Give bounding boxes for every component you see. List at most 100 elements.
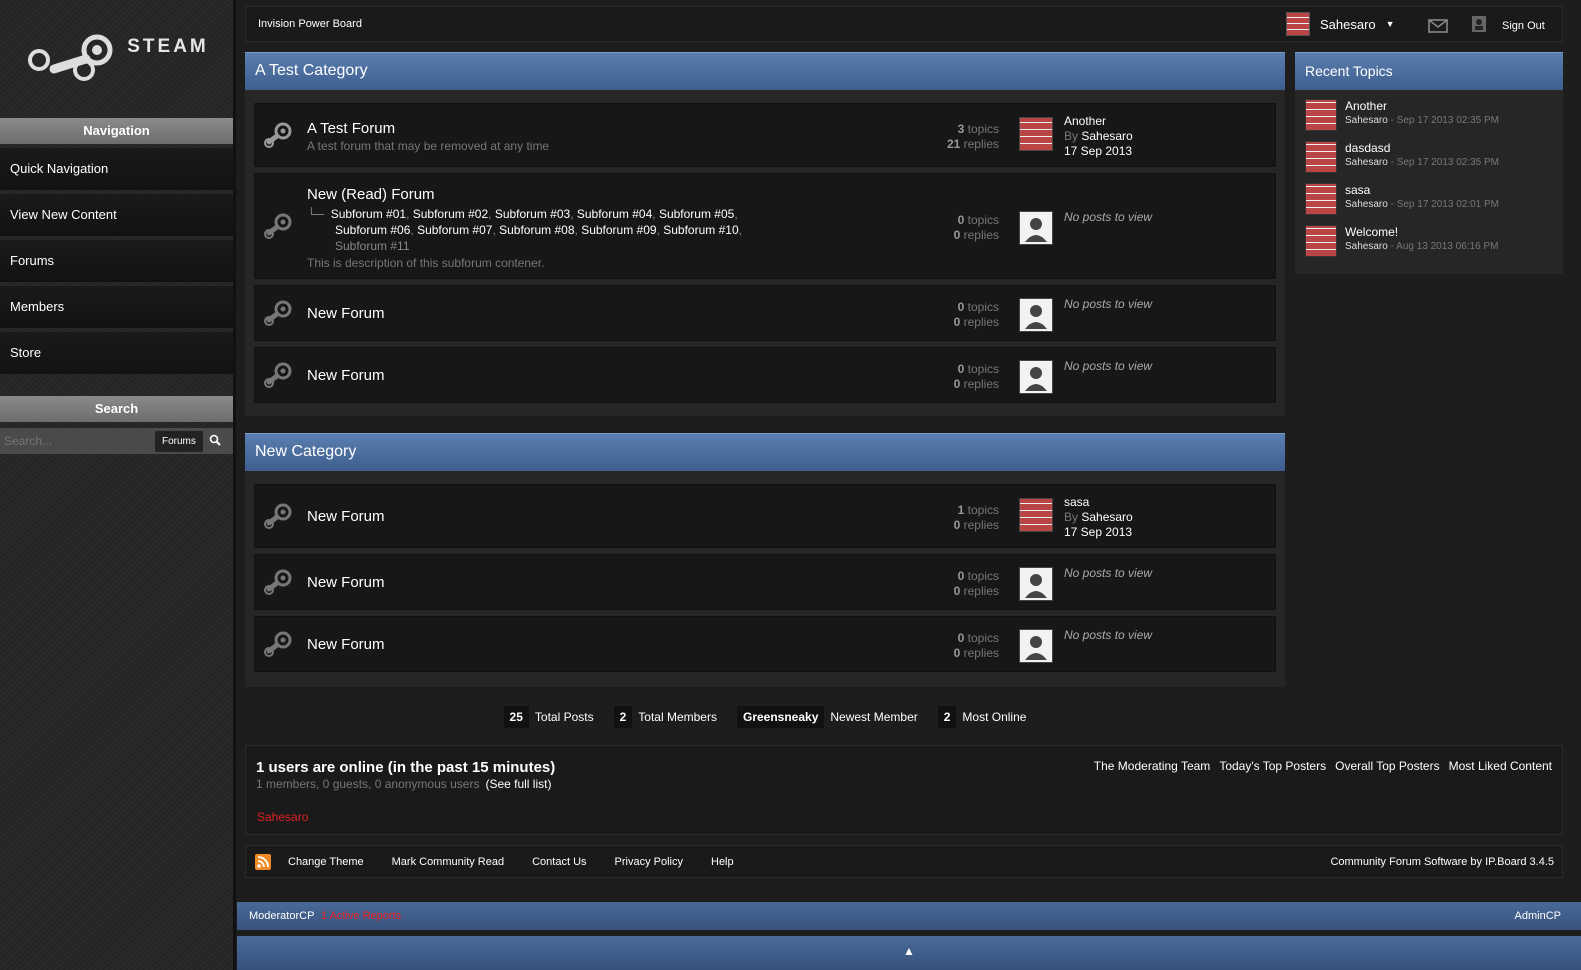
powered-by-text[interactable]: Community Forum Software by IP.Board 3.4… [1330, 856, 1554, 868]
forum-stats: 3 topics 21 replies [946, 122, 999, 151]
online-links: The Moderating Team Today's Top Posters … [1094, 759, 1552, 773]
admin-cp-link[interactable]: AdminCP [1515, 910, 1561, 922]
recent-topic-author[interactable]: Sahesaro [1345, 241, 1388, 252]
nav-forums[interactable]: Forums [0, 240, 233, 282]
subforum-link[interactable]: Subforum #10 [663, 223, 738, 237]
active-reports-link[interactable]: 1 Active Reports [321, 910, 401, 922]
subforum-link[interactable]: Subforum #09 [581, 223, 656, 237]
forum-row[interactable]: New Forum 0 topics 0 replies No posts to… [254, 554, 1276, 610]
scroll-to-top-bar[interactable]: ▲ [237, 936, 1581, 970]
stat-total-posts: 25 Total Posts [503, 705, 594, 729]
recent-topics-panel: Recent Topics Another Sahesaro - Sep 17 … [1295, 52, 1563, 274]
last-post-author[interactable]: Sahesaro [1081, 129, 1132, 143]
forum-name[interactable]: New Forum [307, 508, 385, 525]
forum-row[interactable]: New Forum 0 topics 0 replies No posts to… [254, 616, 1276, 672]
forum-name[interactable]: New (Read) Forum [307, 186, 435, 203]
default-avatar-icon [1019, 629, 1053, 663]
recent-topic-title[interactable]: Another [1345, 99, 1387, 113]
top-bar: Invision Power Board Sahesaro ▼ Sign Out [245, 6, 1563, 42]
recent-topics-title: Recent Topics [1295, 52, 1563, 90]
subforum-link[interactable]: Subforum #08 [499, 223, 574, 237]
forum-row[interactable]: New Forum 1 topics 0 replies sasa By Sah… [254, 484, 1276, 548]
see-full-list-link[interactable]: (See full list) [485, 777, 551, 791]
recent-topic-item[interactable]: Another Sahesaro - Sep 17 2013 02:35 PM [1305, 99, 1499, 133]
subforum-link[interactable]: Subforum #01 [331, 207, 406, 221]
rss-icon[interactable] [255, 854, 271, 870]
board-title[interactable]: Invision Power Board [258, 18, 362, 30]
forum-row[interactable]: New Forum 0 topics 0 replies No posts to… [254, 347, 1276, 403]
last-post-title[interactable]: sasa [1064, 495, 1133, 510]
category-title[interactable]: New Category [245, 433, 1285, 471]
last-post-author[interactable]: Sahesaro [1081, 510, 1132, 524]
todays-top-posters-link[interactable]: Today's Top Posters [1219, 759, 1326, 773]
search-scope-button[interactable]: Forums [155, 430, 203, 452]
forum-name[interactable]: New Forum [307, 305, 385, 322]
steam-logo[interactable]: STEAM [0, 0, 233, 118]
chevron-down-icon: ▼ [1385, 19, 1395, 29]
online-user-link[interactable]: Sahesaro [257, 810, 308, 824]
recent-topic-author[interactable]: Sahesaro [1345, 157, 1388, 168]
author-avatar[interactable] [1305, 99, 1337, 131]
contact-us-link[interactable]: Contact Us [532, 856, 586, 868]
recent-topic-title[interactable]: dasdasd [1345, 141, 1390, 155]
overall-top-posters-link[interactable]: Overall Top Posters [1335, 759, 1440, 773]
forum-stats: 0 topics 0 replies [953, 631, 999, 660]
nav-quick-navigation[interactable]: Quick Navigation [0, 148, 233, 190]
author-avatar[interactable] [1305, 141, 1337, 173]
moderator-cp-link[interactable]: ModeratorCP [249, 910, 314, 922]
author-avatar[interactable] [1305, 225, 1337, 257]
privacy-policy-link[interactable]: Privacy Policy [615, 856, 683, 868]
subforum-link[interactable]: Subforum #06 [335, 223, 410, 237]
nav-store[interactable]: Store [0, 332, 233, 374]
subforum-link[interactable]: Subforum #05 [659, 207, 734, 221]
moderating-team-link[interactable]: The Moderating Team [1094, 759, 1211, 773]
forum-stats: 0 topics 0 replies [953, 569, 999, 598]
recent-topic-item[interactable]: dasdasd Sahesaro - Sep 17 2013 02:35 PM [1305, 141, 1499, 175]
stat-newest-member[interactable]: Greensneaky Newest Member [736, 705, 918, 729]
recent-topic-author[interactable]: Sahesaro [1345, 115, 1388, 126]
author-avatar[interactable] [1305, 183, 1337, 215]
nav-view-new-content[interactable]: View New Content [0, 194, 233, 236]
notifications-icon[interactable] [1471, 15, 1487, 36]
user-menu[interactable]: Sahesaro ▼ [1286, 12, 1395, 36]
search-submit-button[interactable] [203, 434, 227, 449]
subforum-link[interactable]: Subforum #02 [413, 207, 488, 221]
default-avatar-icon [1019, 360, 1053, 394]
help-link[interactable]: Help [711, 856, 734, 868]
messages-icon[interactable] [1428, 15, 1448, 36]
recent-topic-author[interactable]: Sahesaro [1345, 199, 1388, 210]
forum-stats: 1 topics 0 replies [953, 503, 999, 532]
last-poster-avatar[interactable] [1019, 117, 1053, 151]
footer-links: Change Theme Mark Community Read Contact… [288, 856, 734, 868]
mark-community-read-link[interactable]: Mark Community Read [392, 856, 504, 868]
search-input[interactable] [0, 430, 155, 452]
online-summary: 1 members, 0 guests, 0 anonymous users (S… [256, 777, 552, 791]
username-label: Sahesaro [1320, 16, 1376, 32]
forum-name[interactable]: New Forum [307, 636, 385, 653]
last-post-title[interactable]: Another [1064, 114, 1133, 129]
recent-topic-item[interactable]: sasa Sahesaro - Sep 17 2013 02:01 PM [1305, 183, 1499, 217]
forum-name[interactable]: New Forum [307, 574, 385, 591]
last-poster-avatar[interactable] [1019, 498, 1053, 532]
subforum-link[interactable]: Subforum #03 [495, 207, 570, 221]
forum-name[interactable]: A Test Forum [307, 120, 395, 137]
user-avatar [1286, 12, 1310, 36]
nav-members[interactable]: Members [0, 286, 233, 328]
recent-topic-item[interactable]: Welcome! Sahesaro - Aug 13 2013 06:16 PM [1305, 225, 1498, 259]
subforum-link[interactable]: Subforum #07 [417, 223, 492, 237]
category-title[interactable]: A Test Category [245, 52, 1285, 90]
forum-read-icon [264, 362, 292, 388]
sign-out-link[interactable]: Sign Out [1502, 20, 1545, 32]
change-theme-link[interactable]: Change Theme [288, 856, 364, 868]
board-stats: 25 Total Posts 2 Total Members Greensneaky… [245, 705, 1285, 729]
forum-row[interactable]: New (Read) Forum └─ Subforum #01, Subfor… [254, 173, 1276, 279]
navigation-heading: Navigation [0, 118, 233, 144]
forum-name[interactable]: New Forum [307, 367, 385, 384]
most-liked-content-link[interactable]: Most Liked Content [1449, 759, 1552, 773]
recent-topic-title[interactable]: Welcome! [1345, 225, 1398, 239]
subforum-link[interactable]: Subforum #11 [335, 239, 410, 253]
subforum-link[interactable]: Subforum #04 [577, 207, 652, 221]
recent-topic-title[interactable]: sasa [1345, 183, 1370, 197]
forum-row[interactable]: New Forum 0 topics 0 replies No posts to… [254, 285, 1276, 341]
forum-row[interactable]: A Test Forum A test forum that may be re… [254, 103, 1276, 167]
